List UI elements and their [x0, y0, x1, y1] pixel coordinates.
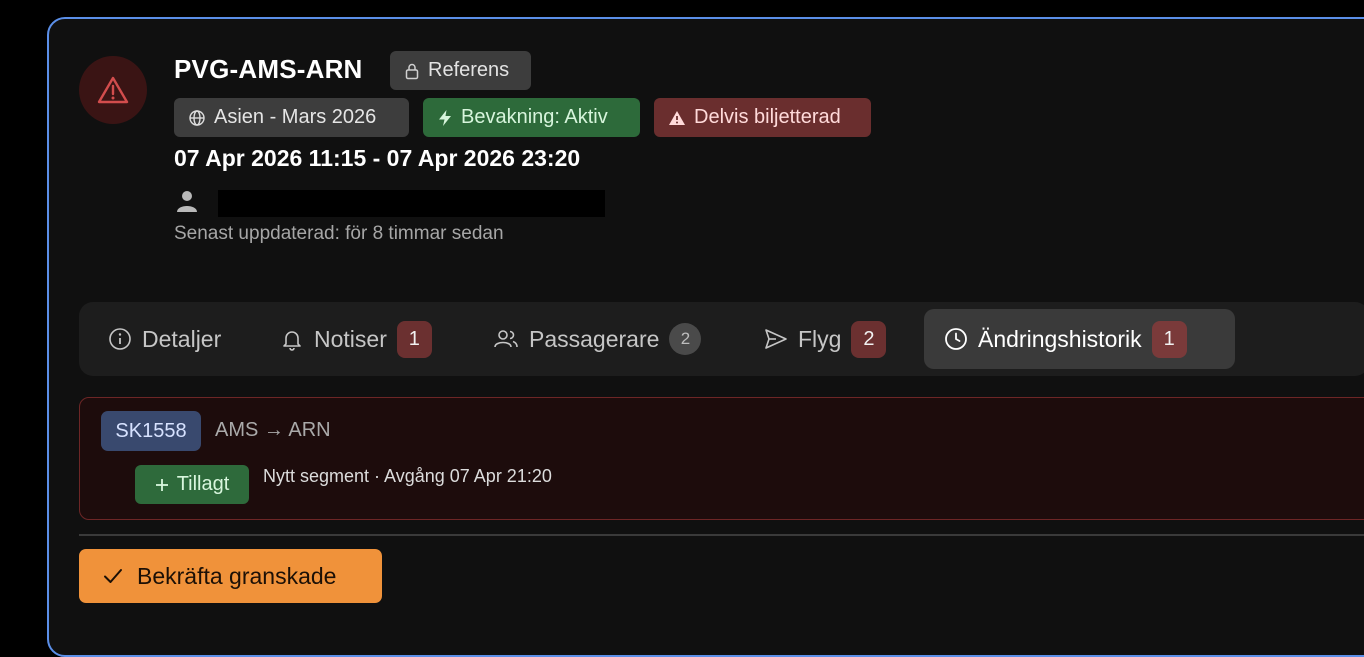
warning-icon: [668, 110, 686, 126]
watch-status-label: Bevakning: Aktiv: [461, 106, 608, 128]
region-label: Asien - Mars 2026: [214, 106, 377, 128]
change-entry: [79, 397, 1364, 520]
page-title: PVG-AMS-ARN: [174, 54, 363, 84]
send-icon: [764, 327, 788, 351]
confirm-label: Bekräfta granskade: [137, 562, 337, 589]
users-icon: [493, 327, 519, 351]
flights-count-badge: 2: [851, 320, 887, 358]
lock-icon: [404, 62, 420, 80]
contact-row: [176, 186, 198, 216]
ticket-status-label: Delvis biljetterad: [694, 106, 841, 128]
trip-dates: 07 Apr 2026 11:15 - 07 Apr 2026 23:20: [174, 145, 581, 171]
info-icon: [108, 327, 132, 351]
plus-icon: [155, 478, 169, 492]
alert-badge: [79, 56, 147, 124]
watch-status-badge: Bevakning: Aktiv: [423, 98, 640, 137]
warning-icon: [97, 75, 129, 105]
last-updated: Senast uppdaterad: för 8 timmar sedan: [174, 223, 504, 244]
tab-label: Detaljer: [142, 325, 222, 352]
person-icon: [176, 189, 198, 213]
history-count-badge: 1: [1151, 320, 1187, 358]
change-description: Nytt segment · Avgång 07 Apr 21:20: [263, 466, 552, 486]
redacted-contact: [218, 190, 605, 217]
passengers-count-badge: 2: [669, 323, 702, 355]
region-badge: Asien - Mars 2026: [174, 98, 409, 137]
tab-label: Flyg: [798, 325, 842, 352]
change-status-label: Tillagt: [176, 473, 230, 495]
divider: [79, 534, 1364, 536]
tab-label: Passagerare: [529, 325, 660, 352]
notifications-count-badge: 1: [396, 320, 432, 358]
tab-flights[interactable]: Flyg 2: [764, 309, 887, 369]
change-status-badge: Tillagt: [135, 465, 249, 504]
reference-label: Referens: [428, 59, 510, 81]
ticket-status-badge: Delvis biljetterad: [654, 98, 871, 137]
tab-passengers[interactable]: Passagerare 2: [493, 309, 702, 369]
globe-icon: [188, 109, 206, 127]
bell-icon: [280, 327, 304, 351]
tab-change-history[interactable]: Ändringshistorik 1: [924, 309, 1235, 369]
flight-number-badge: SK1558: [101, 411, 201, 451]
tab-details[interactable]: Detaljer: [108, 309, 221, 369]
clock-icon: [944, 327, 968, 351]
tab-notifications[interactable]: Notiser 1: [280, 309, 432, 369]
tab-label: Ändringshistorik: [978, 325, 1142, 352]
tab-label: Notiser: [314, 325, 387, 352]
flight-route: AMS → ARN: [215, 419, 331, 441]
reference-button[interactable]: Referens: [390, 51, 531, 90]
bolt-icon: [437, 109, 453, 127]
check-icon: [103, 567, 123, 585]
confirm-reviewed-button[interactable]: Bekräfta granskade: [79, 549, 382, 603]
